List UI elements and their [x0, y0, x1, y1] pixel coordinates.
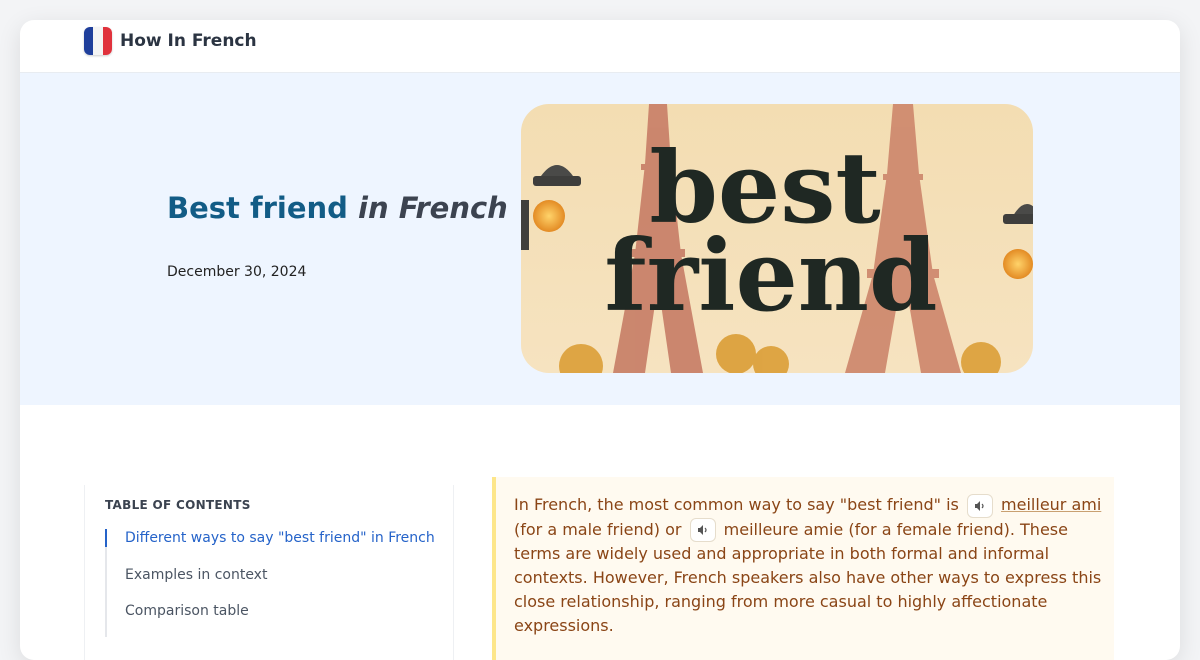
intro-callout: In French, the most common way to say "b… [492, 477, 1114, 660]
intro-text-part1: In French, the most common way to say "b… [514, 495, 959, 514]
hero-section: Best friend in French December 30, 2024 [20, 73, 1180, 405]
term-meilleur-ami-link[interactable]: meilleur ami [1001, 495, 1101, 514]
term-meilleure-amie: meilleure amie [723, 519, 844, 539]
speaker-icon [974, 500, 984, 511]
toc-rail [105, 547, 445, 565]
page-title: Best friend in French [167, 191, 508, 225]
toc-item-different-ways[interactable]: Different ways to say "best friend" in F… [105, 529, 445, 547]
hero-image-word-friend: friend [604, 219, 937, 334]
france-flag-icon [84, 27, 112, 55]
title-strong: Best friend [167, 191, 348, 225]
speaker-button-meilleure-amie[interactable] [689, 518, 716, 542]
page-card: How In French Best friend in French Dece… [20, 20, 1180, 660]
publish-date: December 30, 2024 [167, 264, 307, 280]
toc-item-comparison[interactable]: Comparison table [105, 601, 445, 637]
table-of-contents: TABLE OF CONTENTS Different ways to say … [84, 485, 454, 660]
hero-image: best friend [521, 104, 1033, 373]
toc-heading: TABLE OF CONTENTS [105, 498, 251, 512]
intro-text-part2: (for a male friend) or [514, 519, 682, 539]
hero-illustration: best friend [521, 104, 1033, 373]
speaker-icon [697, 525, 707, 535]
title-em: in French [358, 191, 508, 225]
site-logo-link[interactable]: How In French [84, 27, 257, 55]
toc-item-examples[interactable]: Examples in context [105, 565, 445, 601]
speaker-button-meilleur-ami[interactable] [966, 493, 993, 518]
site-header: How In French [20, 20, 1180, 73]
toc-list: Different ways to say "best friend" in F… [105, 529, 445, 637]
intro-paragraph: In French, the most common way to say "b… [514, 493, 1106, 638]
site-name: How In French [120, 31, 257, 51]
